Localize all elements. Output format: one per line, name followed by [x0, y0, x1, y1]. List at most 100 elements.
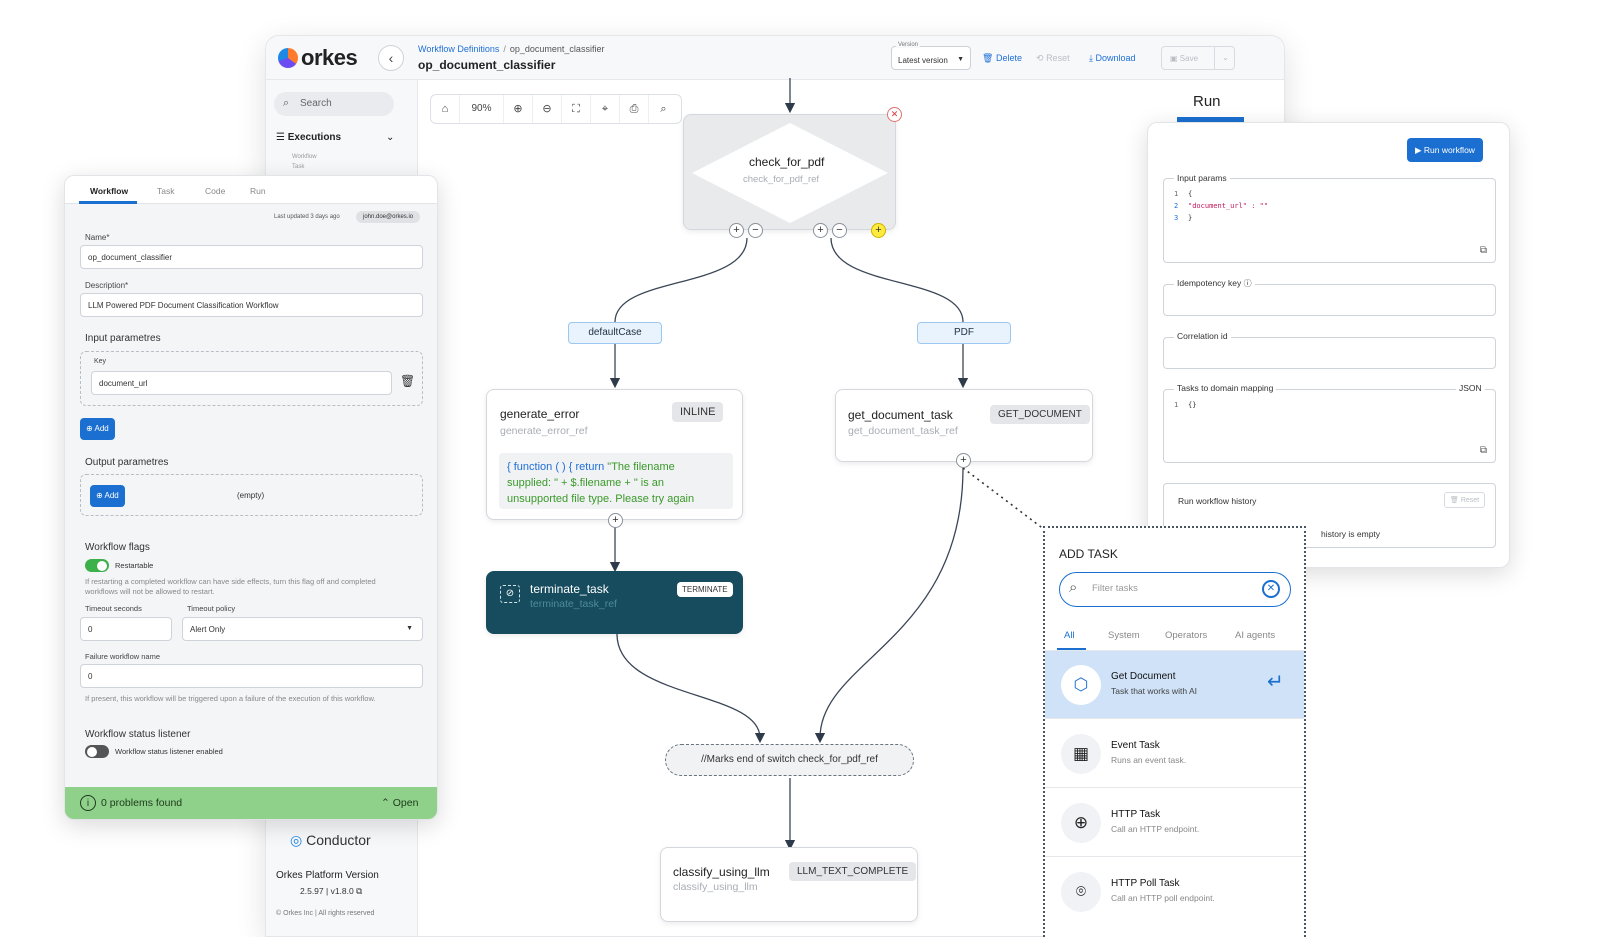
task-option-desc: Task that works with AI — [1111, 686, 1197, 696]
connector-terminate-to-join — [616, 633, 766, 744]
code-keyword-function: function — [513, 461, 553, 473]
add-branch-right-icon[interactable]: + — [813, 223, 828, 238]
add-task-panel: ADD TASK ⌕ Filter tasks ✕ All System Ope… — [1043, 526, 1306, 937]
task-option-desc: Call an HTTP poll endpoint. — [1111, 893, 1215, 903]
filter-placeholder: Filter tasks — [1092, 583, 1138, 594]
tab-run[interactable]: Run — [250, 186, 266, 196]
correlation-id-field[interactable] — [1163, 337, 1496, 369]
task-option-name: HTTP Poll Task — [1111, 878, 1180, 889]
open-problems-button[interactable]: ⌃ Open — [381, 797, 418, 809]
name-field[interactable]: op_document_classifier — [80, 245, 423, 269]
failure-help: If present, this workflow will be trigge… — [85, 694, 376, 703]
timeout-policy-label: Timeout policy — [187, 604, 236, 613]
task-node-generate-error[interactable]: generate_error generate_error_ref INLINE… — [486, 389, 743, 520]
connector-get-document-to-join — [814, 467, 964, 744]
output-params-box: ⊕ Add (empty) — [80, 474, 423, 516]
open-label: Open — [392, 797, 419, 809]
task-option-http-poll[interactable]: ⌾ HTTP Poll Task Call an HTTP poll endpo… — [1045, 858, 1304, 926]
task-option-get-document[interactable]: ⬡ Get Document Task that works with AI ↵ — [1045, 651, 1304, 719]
listener-title: Workflow status listener — [85, 729, 191, 740]
add-output-param-button[interactable]: ⊕ Add — [90, 485, 125, 507]
task-type-badge: GET_DOCUMENT — [990, 405, 1090, 424]
add-task-after-get-document-icon[interactable]: + — [956, 453, 971, 468]
listener-toggle[interactable] — [85, 745, 109, 758]
play-icon: ▶ — [1415, 145, 1422, 155]
clear-filter-icon[interactable]: ✕ — [1262, 580, 1280, 598]
code-content: {"document_url" : ""} — [1188, 188, 1268, 224]
run-workflow-button[interactable]: ▶ Run workflow — [1407, 138, 1483, 162]
remove-node-icon[interactable]: ✕ — [887, 107, 902, 122]
restartable-label: Restartable — [115, 561, 154, 570]
key-field[interactable]: document_url — [91, 371, 392, 395]
domain-mapping-editor[interactable]: 1 {} ⧉ — [1163, 389, 1496, 463]
description-field[interactable]: LLM Powered PDF Document Classification … — [80, 293, 423, 317]
task-node-classify[interactable]: classify_using_llm classify_using_llm LL… — [660, 847, 918, 922]
copy-icon[interactable]: ⧉ — [1480, 445, 1487, 456]
timeout-seconds-field[interactable]: 0 — [80, 617, 172, 641]
tab-code[interactable]: Code — [205, 186, 225, 196]
task-node-get-document[interactable]: get_document_task get_document_task_ref … — [835, 389, 1093, 462]
idempotency-label: Idempotency key ⓘ — [1174, 278, 1255, 289]
code-line-3: unsupported file type. Please try again — [507, 493, 695, 505]
input-params-editor[interactable]: 1 2 3 {"document_url" : ""} ⧉ — [1163, 178, 1496, 263]
task-name: generate_error — [500, 407, 580, 421]
description-label: Description* — [85, 281, 129, 290]
code-part-1: { — [507, 461, 514, 473]
help-icon[interactable]: ⓘ — [1244, 279, 1252, 288]
correlation-label: Correlation id — [1174, 331, 1231, 341]
copy-icon[interactable]: ⧉ — [1480, 245, 1487, 256]
tab-ai-agents[interactable]: AI agents — [1235, 630, 1275, 641]
connector-pdf-case — [830, 237, 964, 323]
task-type-badge: LLM_TEXT_COMPLETE — [789, 862, 917, 881]
add-task-after-generate-error-icon[interactable]: + — [608, 513, 623, 528]
code-keyword-return: return — [575, 461, 605, 473]
run-panel: ▶ Run workflow 1 2 3 {"document_url" : ""}… — [1147, 122, 1510, 568]
tab-operators[interactable]: Operators — [1165, 630, 1207, 641]
add-branch-left-icon[interactable]: + — [729, 223, 744, 238]
task-option-event[interactable]: ▦ Event Task Runs an event task. — [1045, 720, 1304, 788]
add-label: Add — [104, 491, 119, 500]
problems-bar[interactable]: i 0 problems found ⌃ Open — [65, 787, 437, 819]
case-default[interactable]: defaultCase — [568, 322, 662, 344]
code-line-2: "document_url" : "" — [1188, 202, 1269, 210]
input-params-box: Key document_url 🗑 — [80, 351, 423, 406]
history-empty-text: history is empty — [1321, 529, 1381, 539]
join-node[interactable]: //Marks end of switch check_for_pdf_ref — [665, 744, 914, 776]
add-input-param-button[interactable]: ⊕ Add — [80, 418, 115, 440]
tab-workflow[interactable]: Workflow — [90, 186, 128, 196]
add-case-icon[interactable]: + — [871, 223, 886, 238]
tab-all[interactable]: All — [1064, 630, 1075, 641]
tab-task[interactable]: Task — [157, 186, 174, 196]
restartable-toggle[interactable] — [85, 559, 109, 572]
tab-system[interactable]: System — [1108, 630, 1140, 641]
failure-workflow-label: Failure workflow name — [85, 652, 161, 661]
history-reset-label: Reset — [1460, 497, 1480, 504]
terminate-icon: ⊘ — [500, 585, 520, 603]
remove-branch-left-icon[interactable]: − — [748, 223, 763, 238]
timeout-policy-value: Alert Only — [190, 625, 226, 634]
name-label: Name* — [85, 233, 110, 242]
remove-branch-right-icon[interactable]: − — [832, 223, 847, 238]
case-pdf[interactable]: PDF — [917, 322, 1011, 344]
workflow-definition-panel: Workflow Task Code Run Last updated 3 da… — [64, 175, 438, 820]
document-hex-icon: ⬡ — [1061, 665, 1101, 705]
task-node-terminate[interactable]: ⊘ terminate_task terminate_task_ref TERM… — [486, 571, 743, 634]
failure-workflow-field[interactable]: 0 — [80, 664, 423, 688]
tab-active-indicator — [79, 201, 137, 204]
trash-icon[interactable]: 🗑 — [400, 374, 415, 388]
search-icon: ⌕ — [1069, 579, 1078, 596]
task-option-http[interactable]: ⊕ HTTP Task Call an HTTP endpoint. — [1045, 789, 1304, 857]
run-tab-title[interactable]: Run — [1193, 93, 1221, 110]
task-ref: get_document_task_ref — [848, 425, 958, 437]
listener-label: Workflow status listener enabled — [115, 747, 223, 756]
tab-active-indicator — [1057, 648, 1086, 650]
switch-node-check-for-pdf[interactable]: check_for_pdf check_for_pdf_ref — [683, 114, 896, 230]
timeout-policy-select[interactable]: Alert Only ▼ — [182, 617, 423, 641]
add-label: Add — [94, 424, 109, 433]
history-reset-button[interactable]: 🗑 Reset — [1444, 492, 1486, 508]
plus-circle-icon: ⊕ — [86, 424, 93, 433]
plus-circle-icon: ⊕ — [96, 491, 103, 500]
task-ref: terminate_task_ref — [530, 598, 617, 610]
empty-label: (empty) — [237, 491, 265, 500]
filter-tasks-input[interactable]: ⌕ Filter tasks ✕ — [1059, 572, 1291, 607]
